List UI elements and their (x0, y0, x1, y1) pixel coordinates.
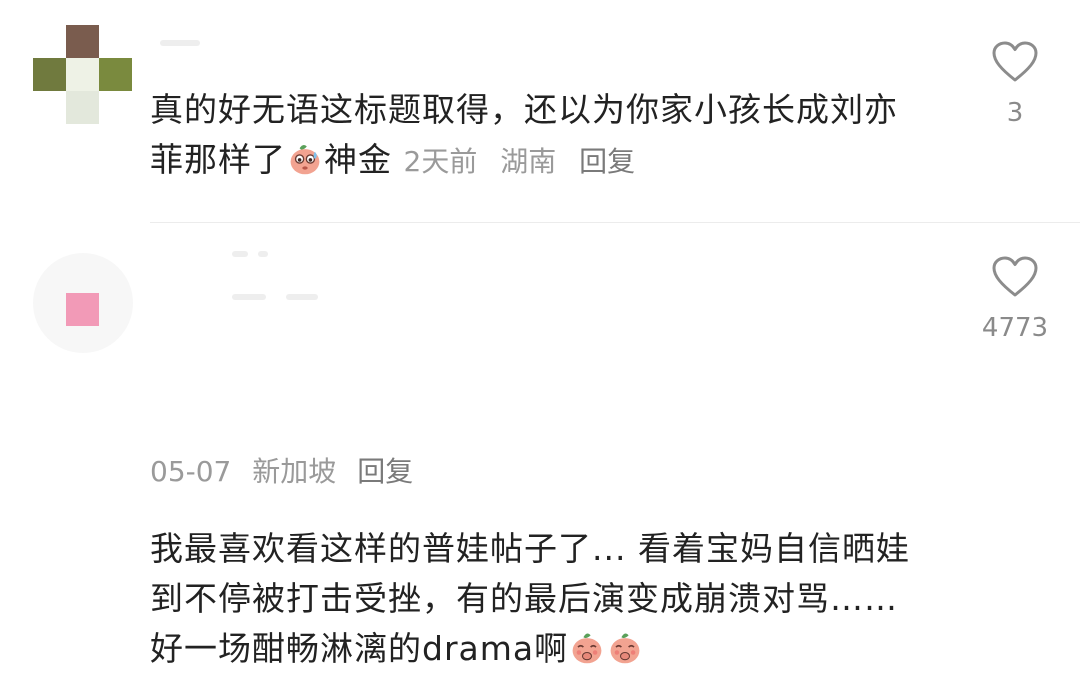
giggle-emoji (572, 633, 602, 664)
comment-location: 湖南 (500, 145, 557, 178)
reply-button[interactable]: 回复 (357, 455, 413, 488)
comment-meta: 05-07 新加坡 回复 (150, 450, 425, 494)
avatar-pixel (66, 293, 99, 326)
like-count: 3 (1006, 98, 1024, 128)
comment-text: 我最喜欢看这样的普娃帖子了... 看着宝妈自信晒娃到不停被打击受挫，有的最后演变… (150, 524, 920, 674)
heart-icon[interactable] (991, 40, 1039, 84)
comment-trailing-text: 神金 (324, 140, 392, 179)
avatar-pixel (66, 58, 99, 91)
avatar-pixel (66, 25, 99, 58)
like-count: 4773 (981, 313, 1049, 343)
username-redacted (160, 40, 200, 46)
like-button[interactable]: 4773 (965, 255, 1065, 343)
giggle-emoji (610, 633, 640, 664)
comment-text: 真的好无语这标题取得，还以为你家小孩长成刘亦菲那样了 神金 2天前 湖南 回复 (150, 85, 920, 187)
avatar-pixel (33, 58, 66, 91)
comment-time: 2天前 (403, 145, 478, 178)
username-redacted (258, 251, 268, 257)
username-redacted (232, 251, 248, 257)
avatar[interactable] (33, 253, 133, 353)
comment-meta: 2天前 湖南 回复 (404, 145, 650, 178)
avatar[interactable] (33, 25, 133, 125)
reply-button[interactable]: 回复 (579, 145, 635, 178)
comment-body: 我最喜欢看这样的普娃帖子了... 看着宝妈自信晒娃到不停被打击受挫，有的最后演变… (150, 529, 910, 668)
avatar-pixel (99, 58, 132, 91)
shy-sweat-emoji (290, 144, 320, 175)
username-redacted (232, 294, 266, 300)
avatar-pixel (66, 91, 99, 124)
like-button[interactable]: 3 (965, 40, 1065, 128)
heart-icon[interactable] (991, 255, 1039, 299)
comment-location: 新加坡 (252, 455, 337, 488)
comment-item: 真的好无语这标题取得，还以为你家小孩长成刘亦菲那样了 神金 2天前 湖南 回复 … (0, 0, 1080, 222)
username-redacted (286, 294, 318, 300)
comment-time: 05-07 (150, 455, 232, 488)
comment-item: 我最喜欢看这样的普娃帖子了... 看着宝妈自信晒娃到不停被打击受挫，有的最后演变… (0, 223, 1080, 668)
